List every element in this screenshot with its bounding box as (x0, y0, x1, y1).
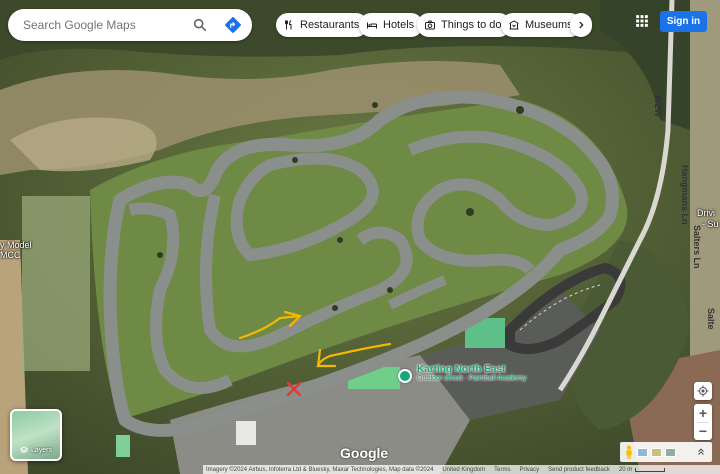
museum-icon (509, 20, 519, 30)
my-location-icon (697, 385, 709, 397)
map-label-driving-sub: - Su (702, 219, 719, 229)
map-footer: Imagery ©2024 Airbus, Infoterra Ltd & Bl… (203, 465, 720, 474)
zoom-divider (697, 422, 709, 423)
layers-label: Layers (30, 446, 52, 454)
scale-bar-line (635, 467, 666, 472)
apps-grid-icon[interactable] (635, 14, 649, 28)
fork-knife-icon (285, 20, 292, 30)
footer-terms[interactable]: Terms (494, 467, 510, 473)
bed-icon (367, 22, 377, 29)
chips-next-button[interactable] (570, 13, 592, 37)
search-box[interactable] (8, 9, 252, 41)
camera-icon (425, 20, 435, 30)
directions-icon[interactable] (224, 16, 242, 34)
chip-hotels[interactable]: Hotels (359, 13, 424, 37)
google-logo: Google (340, 445, 389, 461)
road-label-hangmans: Hangmans Ln (680, 165, 690, 225)
layers-button[interactable]: Layers (10, 409, 62, 461)
search-icon[interactable] (192, 17, 208, 33)
sign-in-button[interactable]: Sign in (660, 11, 707, 32)
imagery-credit: Imagery ©2024 Airbus, Infoterra Ltd & Bl… (206, 466, 434, 473)
zoom-controls: + − (694, 404, 712, 440)
chip-label: Hotels (383, 19, 415, 31)
satellite-map[interactable]: W2W Hangmans Ln Salters Ln Salte y Model… (0, 0, 720, 474)
scale-label: 20 m (618, 466, 633, 473)
road-label-w2w: W2W (653, 95, 663, 117)
layers-icon (19, 446, 28, 454)
map-label-driving[interactable]: Drivi (697, 208, 715, 218)
chip-things-to-do[interactable]: Things to do (417, 13, 511, 37)
scale-bar[interactable]: 20 m (618, 466, 666, 473)
zoom-out-button[interactable]: − (694, 422, 712, 440)
layers-label-row: Layers (12, 446, 60, 454)
search-input[interactable] (23, 18, 183, 32)
imagery-thumb-2[interactable] (651, 447, 662, 457)
expand-icon[interactable] (696, 447, 706, 457)
road-label-salte: Salte (706, 308, 716, 330)
imagery-thumb-1[interactable] (637, 447, 648, 457)
chip-label: Museums (525, 19, 573, 31)
chip-restaurants[interactable]: Restaurants (276, 13, 369, 37)
my-location-button[interactable] (694, 382, 712, 400)
place-pin-icon[interactable] (398, 369, 412, 383)
street-view-bar[interactable] (620, 442, 712, 462)
place-name[interactable]: Karting North East (417, 364, 505, 375)
chevron-right-icon (579, 21, 584, 29)
road-label-salters: Salters Ln (692, 225, 702, 269)
footer-feedback[interactable]: Send product feedback (548, 467, 610, 473)
place-subtitle: Outdoor circuit · Paintball Academy (417, 375, 527, 382)
chip-label: Things to do (441, 19, 502, 31)
zoom-in-button[interactable]: + (694, 404, 712, 422)
chip-label: Restaurants (300, 19, 360, 31)
pegman-icon[interactable] (624, 445, 634, 459)
imagery-thumb-3[interactable] (665, 447, 676, 457)
footer-region[interactable]: United Kingdom (442, 467, 485, 473)
map-label-model-club[interactable]: y Model MCC (0, 240, 32, 260)
footer-privacy[interactable]: Privacy (519, 467, 539, 473)
map-imagery (0, 0, 720, 474)
